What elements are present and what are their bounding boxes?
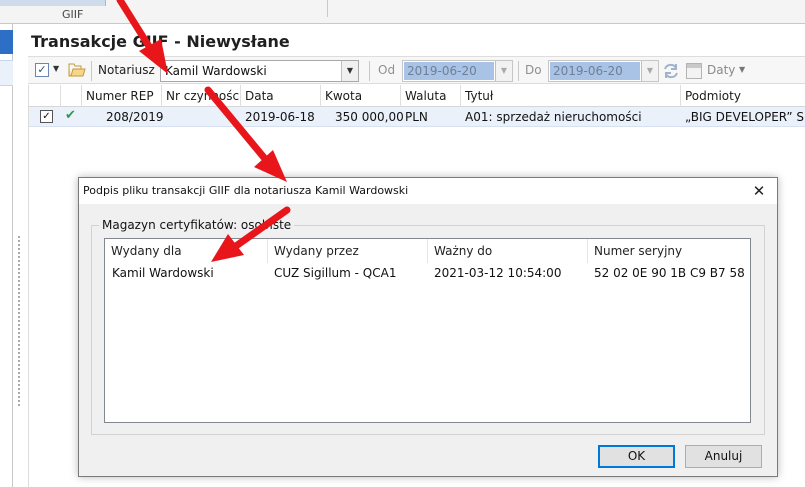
check-icon: ✔: [65, 108, 76, 123]
toolbar-separator: [91, 61, 92, 81]
cell-waluta: PLN: [405, 110, 428, 124]
chevron-down-icon[interactable]: ▼: [495, 61, 512, 81]
to-date-label: Do: [525, 63, 542, 77]
toolbar-separator: [369, 61, 370, 81]
column-header[interactable]: Tytuł: [461, 85, 681, 107]
column-header[interactable]: Kwota: [321, 85, 401, 107]
column-header[interactable]: Podmioty: [681, 85, 805, 107]
ribbon-separator: [327, 0, 328, 17]
column-header[interactable]: Ważny do: [428, 239, 588, 263]
refresh-icon[interactable]: [662, 62, 680, 80]
column-header[interactable]: Wydany dla: [105, 239, 268, 263]
column-header[interactable]: Numer seryjny: [588, 239, 750, 263]
calendar-icon[interactable]: [686, 63, 702, 79]
nav-item[interactable]: [0, 60, 13, 86]
column-header[interactable]: Data: [241, 85, 321, 107]
chevron-down-icon[interactable]: ▼: [739, 65, 745, 74]
cell-kwota: 350 000,00: [335, 110, 404, 124]
cell-podmioty: „BIG DEVELOPER” Spółka: [685, 110, 805, 124]
page-title: Transakcje GIIF - Niewysłane: [31, 32, 290, 51]
column-header[interactable]: Waluta: [401, 85, 461, 107]
toolbar-separator: [518, 61, 519, 81]
ribbon-tab[interactable]: [0, 0, 106, 6]
cell-tytul: A01: sprzedaż nieruchomości: [465, 110, 642, 124]
cert-issued-by[interactable]: CUZ Sigillum - QCA1: [274, 266, 396, 280]
notary-combobox[interactable]: Kamil Wardowski ▼: [160, 60, 359, 82]
grid-header-check[interactable]: [29, 85, 61, 107]
select-all-checkbox-icon[interactable]: ✓: [35, 63, 49, 77]
dialog-titlebar[interactable]: Podpis pliku transakcji GIIF dla notariu…: [79, 178, 777, 204]
to-date-field[interactable]: 2019-06-20 ▼: [548, 60, 659, 82]
to-date-value: 2019-06-20: [553, 64, 623, 78]
navigation-panel: [0, 24, 13, 487]
close-icon[interactable]: ✕: [749, 181, 769, 201]
dates-button[interactable]: Daty: [707, 63, 735, 77]
cell-data: 2019-06-18: [245, 110, 315, 124]
chevron-down-icon[interactable]: ▼: [53, 64, 59, 73]
certificate-list-header: Wydany dla Wydany przez Ważny do Numer s…: [105, 239, 750, 263]
table-row[interactable]: ✓ ✔ 208/2019 2019-06-18 350 000,00 PLN A…: [29, 107, 805, 127]
certificate-store-label: Magazyn certyfikatów: osobiste: [99, 218, 295, 232]
dialog-title: Podpis pliku transakcji GIIF dla notariu…: [83, 184, 409, 197]
nav-selected-item[interactable]: [0, 30, 13, 54]
cancel-button[interactable]: Anuluj: [685, 445, 762, 468]
ok-button[interactable]: OK: [598, 445, 675, 468]
from-date-field[interactable]: 2019-06-20 ▼: [402, 60, 513, 82]
notary-value: Kamil Wardowski: [165, 64, 267, 78]
cert-valid-to[interactable]: 2021-03-12 10:54:00: [434, 266, 561, 280]
row-checkbox[interactable]: ✓: [40, 110, 53, 123]
column-header[interactable]: Nr czynności: [162, 85, 241, 107]
sign-file-dialog: Podpis pliku transakcji GIIF dla notariu…: [78, 177, 778, 477]
ribbon-group-label: GIIF: [62, 8, 84, 21]
cert-issued-to[interactable]: Kamil Wardowski: [112, 266, 214, 280]
from-date-value: 2019-06-20: [407, 64, 477, 78]
grid-header-status[interactable]: [61, 85, 82, 107]
cert-serial-number[interactable]: 52 02 0E 90 1B C9 B7 58: [594, 266, 745, 280]
column-header[interactable]: Numer REP: [82, 85, 162, 107]
notary-label: Notariusz: [98, 63, 155, 77]
ribbon: GIIF: [0, 0, 805, 24]
grid-header: Numer REP Nr czynności Data Kwota Waluta…: [29, 85, 805, 107]
splitter-grip[interactable]: [18, 236, 22, 406]
chevron-down-icon[interactable]: ▼: [341, 61, 358, 81]
toolbar: ✓ ▼ Notariusz Kamil Wardowski ▼ Od 2019-…: [28, 56, 805, 84]
from-date-label: Od: [378, 63, 396, 77]
folder-icon[interactable]: [68, 62, 86, 78]
cell-numer-rep: 208/2019: [106, 110, 164, 124]
column-header[interactable]: Wydany przez: [268, 239, 428, 263]
cell-nr-czynnosci: [162, 107, 241, 127]
chevron-down-icon[interactable]: ▼: [641, 61, 658, 81]
certificate-list[interactable]: Wydany dla Wydany przez Ważny do Numer s…: [104, 238, 751, 423]
